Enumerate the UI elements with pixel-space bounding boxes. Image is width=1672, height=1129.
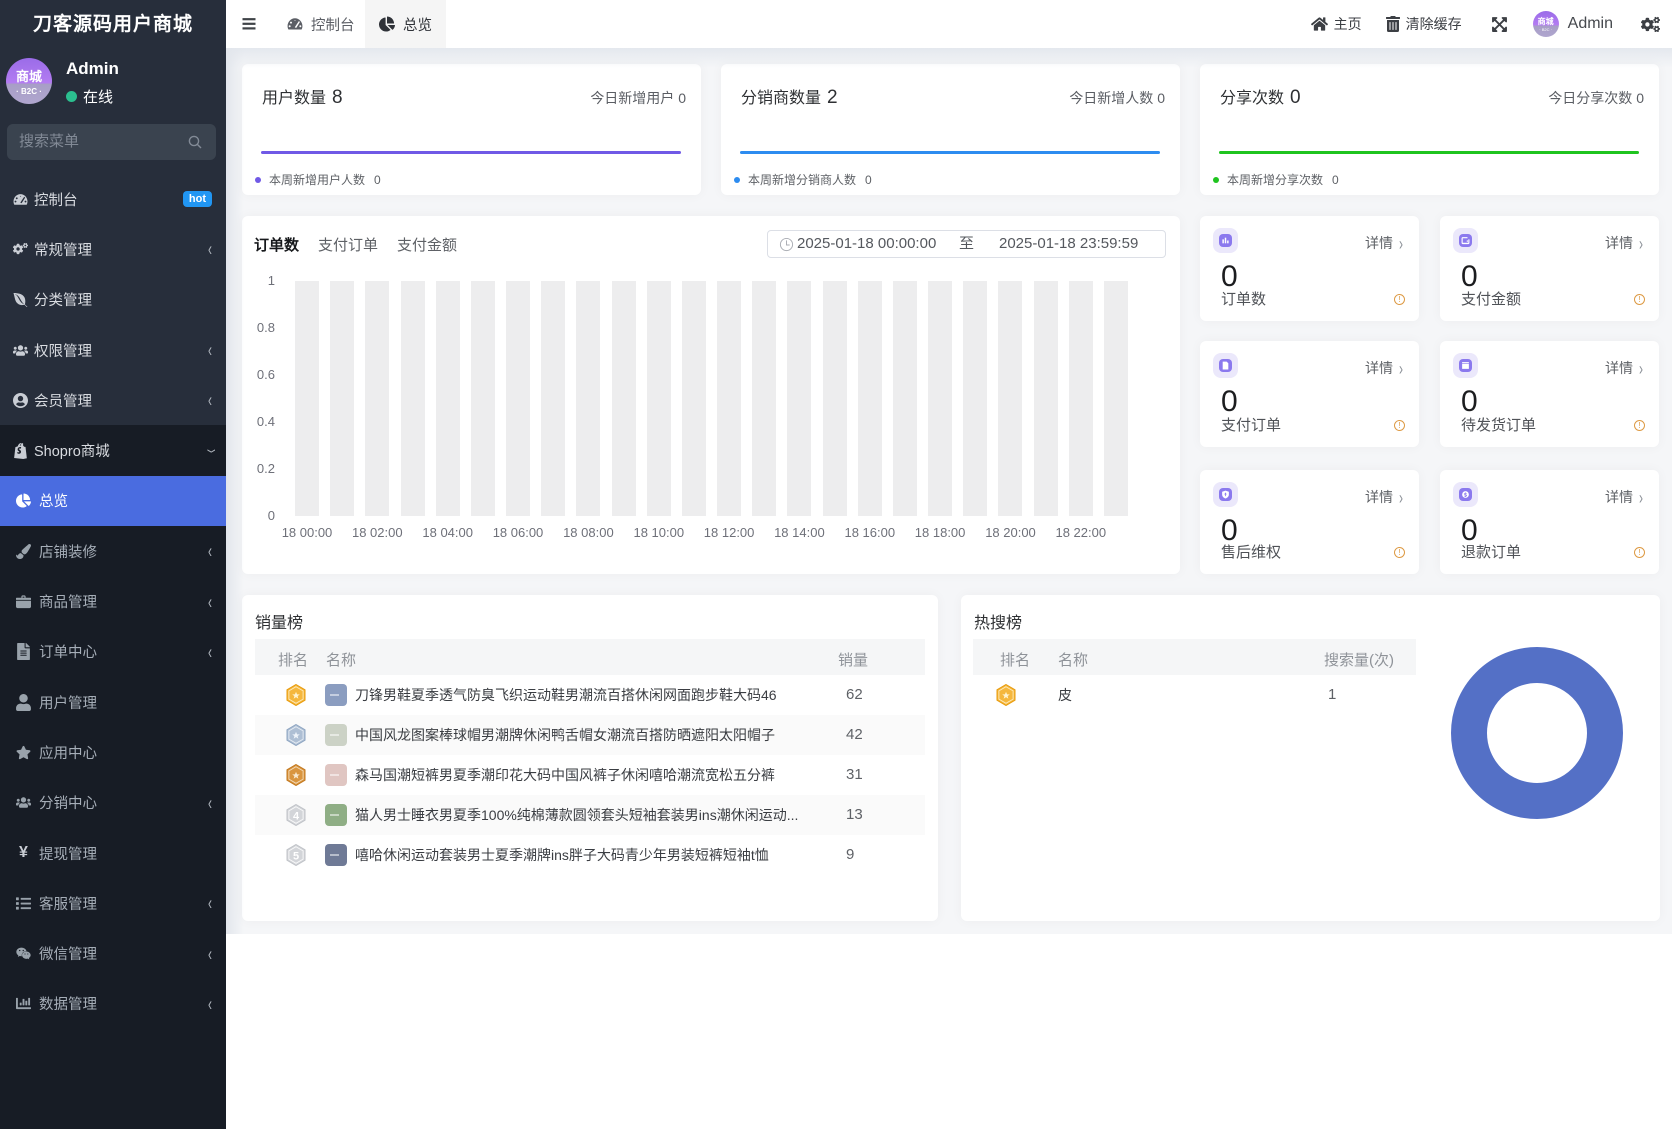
svg-text:4: 4 xyxy=(293,811,300,823)
svg-text:5: 5 xyxy=(293,851,299,863)
